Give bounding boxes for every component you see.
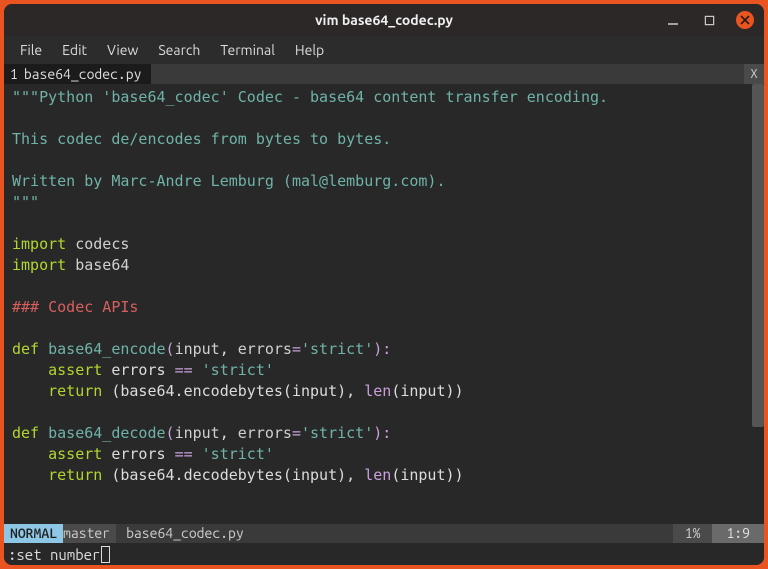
status-branch: master <box>63 524 116 543</box>
menu-search[interactable]: Search <box>150 40 208 60</box>
menubar: File Edit View Search Terminal Help <box>4 36 764 64</box>
menu-edit[interactable]: Edit <box>54 40 95 60</box>
status-file: base64_codec.py <box>116 524 254 543</box>
menu-help[interactable]: Help <box>287 40 332 60</box>
maximize-button[interactable] <box>700 11 718 29</box>
editor-area: """Python 'base64_codec' Codec - base64 … <box>4 84 764 524</box>
status-position: 1:9 <box>712 524 764 543</box>
tab-index: 1 <box>10 66 18 82</box>
status-fill <box>254 524 673 543</box>
minimize-button[interactable] <box>664 11 682 29</box>
window-controls <box>664 4 754 36</box>
tabline-fill <box>151 64 744 84</box>
code-editor[interactable]: """Python 'base64_codec' Codec - base64 … <box>4 84 752 524</box>
menu-terminal[interactable]: Terminal <box>212 40 283 60</box>
scrollbar-thumb[interactable] <box>752 84 764 427</box>
close-button[interactable] <box>736 11 754 29</box>
window-title: vim base64_codec.py <box>4 12 764 28</box>
status-percent: 1% <box>673 524 713 543</box>
status-mode: NORMAL <box>4 524 63 543</box>
tabline: 1 base64_codec.py X <box>4 64 764 84</box>
menu-view[interactable]: View <box>99 40 146 60</box>
scrollbar[interactable] <box>752 84 764 524</box>
cursor-icon <box>101 546 110 563</box>
statusline: NORMAL master base64_codec.py 1% 1:9 <box>4 524 764 543</box>
menu-file[interactable]: File <box>12 40 50 60</box>
tab-close-button[interactable]: X <box>744 64 764 84</box>
tab-active[interactable]: 1 base64_codec.py <box>4 64 151 84</box>
command-line[interactable]: :set number <box>4 543 764 565</box>
titlebar[interactable]: vim base64_codec.py <box>4 4 764 36</box>
tab-filename: base64_codec.py <box>24 66 142 82</box>
terminal-window: vim base64_codec.py File Edit View Searc… <box>4 4 764 565</box>
command-text: :set number <box>8 546 100 563</box>
